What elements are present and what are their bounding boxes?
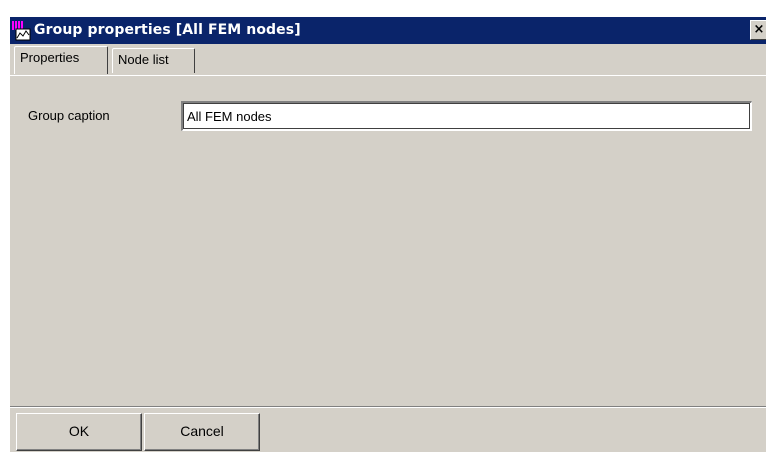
group-caption-label: Group caption — [28, 108, 110, 123]
button-bar-divider — [10, 406, 766, 408]
tab-node-list[interactable]: Node list — [112, 48, 195, 73]
cancel-button[interactable]: Cancel — [144, 413, 260, 451]
close-icon[interactable]: × — [750, 20, 766, 40]
window-title: Group properties [All FEM nodes] — [34, 22, 301, 38]
tab-properties[interactable]: Properties — [14, 46, 108, 74]
group-caption-input[interactable] — [181, 101, 752, 131]
tab-strip: Properties Node list — [10, 44, 766, 77]
tab-properties-label: Properties — [20, 50, 80, 65]
ok-button[interactable]: OK — [16, 413, 142, 451]
tab-panel-border — [10, 75, 766, 76]
graph-icon — [12, 21, 31, 41]
title-bar[interactable]: Group properties [All FEM nodes] × — [10, 17, 766, 44]
group-properties-dialog: Group properties [All FEM nodes] × Prope… — [9, 16, 766, 452]
tab-node-list-label: Node list — [118, 52, 169, 67]
